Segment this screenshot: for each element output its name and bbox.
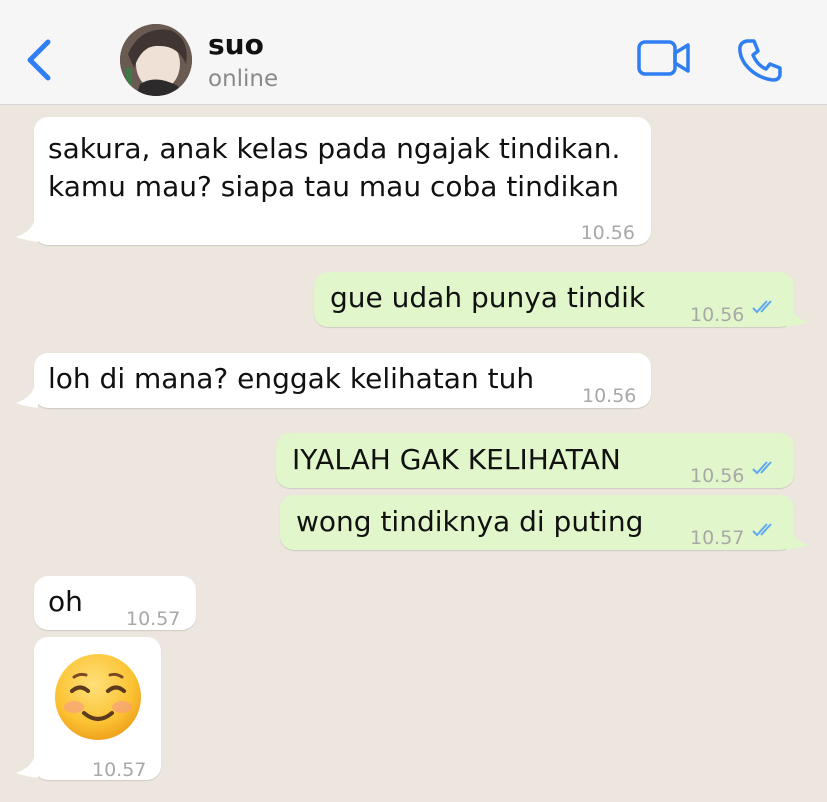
bubble-tail [16, 388, 38, 408]
message-incoming[interactable]: loh di mana? enggak kelihatan tuh 10.56 [34, 353, 651, 408]
contact-name[interactable]: suo [208, 28, 264, 61]
message-text: oh [48, 585, 83, 618]
message-outgoing[interactable]: gue udah punya tindik 10.56 [314, 272, 794, 327]
read-receipt-icon [752, 461, 772, 475]
video-call-icon[interactable] [636, 38, 692, 78]
message-text: loh di mana? enggak kelihatan tuh [48, 362, 535, 395]
phone-call-icon[interactable] [736, 36, 784, 84]
message-text: kamu mau? siapa tau mau coba tindikan [48, 170, 620, 203]
message-outgoing[interactable]: wong tindiknya di puting 10.57 [280, 495, 794, 550]
back-chevron-icon[interactable] [22, 38, 56, 82]
bubble-tail [786, 530, 808, 550]
message-text: wong tindiknya di puting [296, 505, 644, 538]
bubble-tail [786, 307, 808, 327]
message-incoming[interactable]: oh 10.57 [34, 576, 196, 630]
contact-status: online [208, 66, 279, 92]
message-time: 10.57 [92, 759, 147, 781]
read-receipt-icon [752, 300, 772, 314]
message-time: 10.57 [126, 608, 181, 630]
chat-header: suo online [0, 0, 827, 105]
smiling-face-emoji-icon [55, 654, 141, 740]
message-incoming[interactable]: sakura, anak kelas pada ngajak tindikan.… [34, 117, 651, 245]
message-outgoing[interactable]: IYALAH GAK KELIHATAN 10.56 [276, 433, 794, 488]
bubble-tail [16, 758, 38, 778]
message-incoming-emoji[interactable]: 10.57 [34, 637, 161, 781]
message-time: 10.56 [582, 385, 637, 407]
message-text: gue udah punya tindik [330, 281, 646, 314]
message-time: 10.56 [690, 304, 745, 326]
read-receipt-icon [752, 523, 772, 537]
message-text: IYALAH GAK KELIHATAN [292, 443, 621, 476]
contact-avatar[interactable] [120, 24, 192, 96]
message-time: 10.56 [580, 222, 635, 244]
bubble-tail [16, 222, 38, 242]
message-time: 10.56 [690, 465, 745, 487]
message-text: sakura, anak kelas pada ngajak tindikan. [48, 132, 621, 165]
message-time: 10.57 [690, 527, 745, 549]
